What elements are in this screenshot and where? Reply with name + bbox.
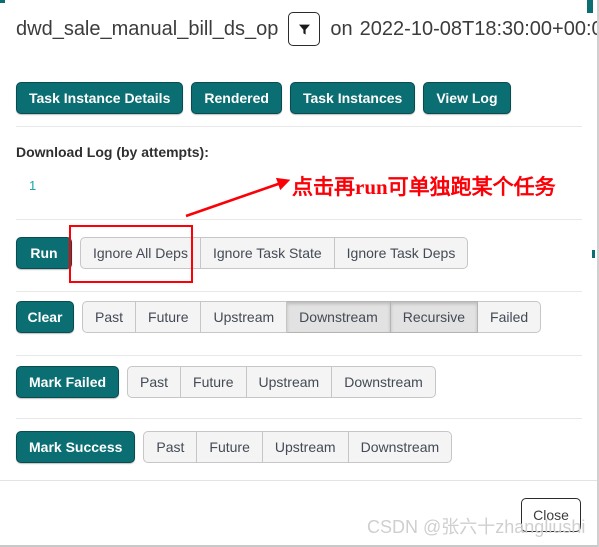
clear-action-row: Clear Past Future Upstream Downstream Re… xyxy=(16,301,541,333)
toggle-mark-failed-future[interactable]: Future xyxy=(181,366,246,398)
toggle-mark-success-upstream[interactable]: Upstream xyxy=(263,431,349,463)
toggle-clear-past[interactable]: Past xyxy=(82,301,136,333)
edge-artifact-right-lower xyxy=(592,250,595,258)
clear-options-group: Past Future Upstream Downstream Recursiv… xyxy=(82,301,541,333)
task-instance-modal: dwd_sale_manual_bill_ds_op on 2022-10-08… xyxy=(0,0,599,547)
mark-success-options-group: Past Future Upstream Downstream xyxy=(143,431,452,463)
mark-success-action-row: Mark Success Past Future Upstream Downst… xyxy=(16,431,452,463)
run-options-group: Ignore All Deps Ignore Task State Ignore… xyxy=(80,237,468,269)
toggle-clear-downstream[interactable]: Downstream xyxy=(287,301,391,333)
modal-tab-bar: Task Instance Details Rendered Task Inst… xyxy=(16,82,511,114)
toggle-clear-future[interactable]: Future xyxy=(136,301,201,333)
annotation-arrow xyxy=(186,183,281,216)
run-action-row: Run Ignore All Deps Ignore Task State Ig… xyxy=(16,237,468,269)
tab-task-instance-details[interactable]: Task Instance Details xyxy=(16,82,183,114)
mark-failed-button[interactable]: Mark Failed xyxy=(16,366,119,398)
tab-view-log[interactable]: View Log xyxy=(423,82,510,114)
close-button[interactable]: Close xyxy=(521,498,581,532)
modal-header: dwd_sale_manual_bill_ds_op on 2022-10-08… xyxy=(0,0,597,126)
filter-funnel-icon xyxy=(298,23,311,36)
modal-title-row: dwd_sale_manual_bill_ds_op on 2022-10-08… xyxy=(16,12,599,46)
toggle-ignore-task-state[interactable]: Ignore Task State xyxy=(201,237,335,269)
divider-below-run-row xyxy=(16,291,582,292)
toggle-mark-failed-past[interactable]: Past xyxy=(127,366,181,398)
on-label: on xyxy=(330,18,352,41)
annotation-note: 点击再run可单独跑某个任务 xyxy=(292,171,556,201)
divider-below-download-log xyxy=(16,219,582,220)
toggle-clear-upstream[interactable]: Upstream xyxy=(201,301,287,333)
tab-task-instances[interactable]: Task Instances xyxy=(290,82,415,114)
run-button[interactable]: Run xyxy=(16,237,72,269)
divider-below-tabs xyxy=(16,126,582,127)
toggle-mark-success-past[interactable]: Past xyxy=(143,431,197,463)
toggle-clear-failed[interactable]: Failed xyxy=(478,301,541,333)
download-log-label: Download Log (by attempts): xyxy=(16,144,209,160)
toggle-ignore-task-deps[interactable]: Ignore Task Deps xyxy=(335,237,469,269)
filter-funnel-icon-button[interactable] xyxy=(288,12,320,46)
mark-failed-options-group: Past Future Upstream Downstream xyxy=(127,366,436,398)
clear-button[interactable]: Clear xyxy=(16,301,74,333)
tab-rendered[interactable]: Rendered xyxy=(191,82,282,114)
toggle-ignore-all-deps[interactable]: Ignore All Deps xyxy=(80,237,201,269)
mark-failed-action-row: Mark Failed Past Future Upstream Downstr… xyxy=(16,366,436,398)
execution-date-label: 2022-10-08T18:30:00+00:00 xyxy=(360,18,599,41)
toggle-mark-success-future[interactable]: Future xyxy=(197,431,262,463)
toggle-mark-success-downstream[interactable]: Downstream xyxy=(349,431,453,463)
toggle-clear-recursive[interactable]: Recursive xyxy=(391,301,478,333)
mark-success-button[interactable]: Mark Success xyxy=(16,431,135,463)
divider-above-footer xyxy=(0,480,597,481)
task-id-label: dwd_sale_manual_bill_ds_op xyxy=(16,18,278,41)
toggle-mark-failed-downstream[interactable]: Downstream xyxy=(332,366,436,398)
divider-below-mark-failed-row xyxy=(16,418,582,419)
download-log-attempt-1[interactable]: 1 xyxy=(29,178,36,193)
divider-below-clear-row xyxy=(16,355,582,356)
toggle-mark-failed-upstream[interactable]: Upstream xyxy=(247,366,333,398)
